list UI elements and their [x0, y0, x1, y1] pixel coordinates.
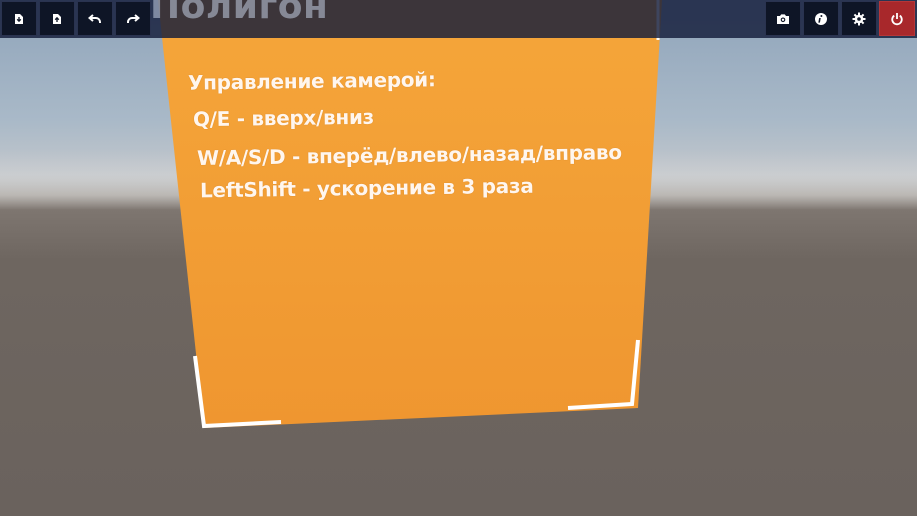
upload-icon: [53, 13, 61, 24]
download-icon: [15, 13, 23, 24]
gear-icon: [852, 12, 866, 25]
settings-button[interactable]: [841, 1, 877, 36]
redo-icon: [127, 13, 140, 23]
redo-button[interactable]: [115, 1, 151, 36]
power-button[interactable]: [879, 1, 915, 36]
top-toolbar: Полигон: [0, 0, 917, 38]
screenshot-button[interactable]: [765, 1, 801, 36]
instruction-board: Управление камерой: Q/E - вверх/вниз W/A…: [150, 0, 670, 440]
undo-icon: [88, 13, 101, 23]
camera-icon: [777, 13, 789, 24]
power-icon: [891, 12, 903, 25]
board-line-shift: LeftShift - ускорение в 3 раза: [199, 173, 534, 203]
undo-button[interactable]: [77, 1, 113, 36]
scene-title: Полигон: [150, 0, 329, 27]
board-line-qe: Q/E - вверх/вниз: [192, 104, 375, 132]
info-button[interactable]: [803, 1, 839, 36]
save-download-button[interactable]: [1, 1, 37, 36]
load-upload-button[interactable]: [39, 1, 75, 36]
board-line-wasd: W/A/S/D - вперёд/влево/назад/вправо: [196, 140, 622, 170]
board-heading: Управление камерой:: [187, 67, 436, 95]
info-icon: [815, 12, 827, 25]
